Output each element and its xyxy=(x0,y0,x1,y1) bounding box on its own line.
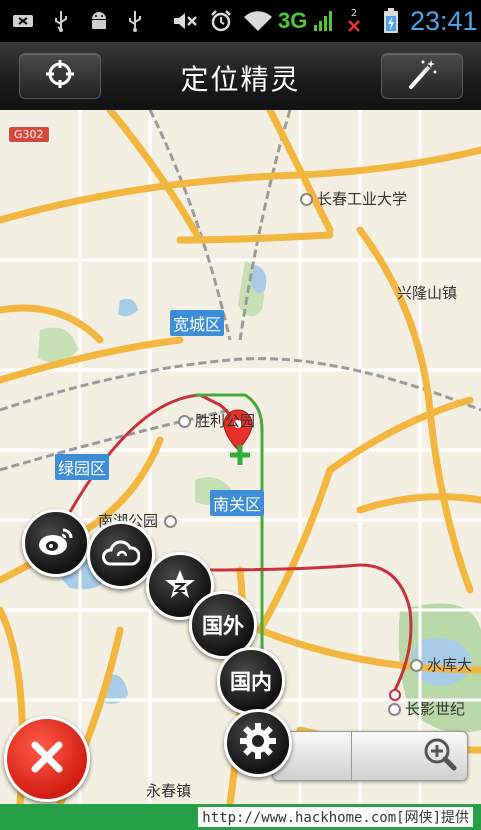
zoom-in-button[interactable] xyxy=(351,732,467,780)
poi-label: 胜利公园 xyxy=(195,412,256,430)
zoom-in-icon xyxy=(423,737,457,775)
zoom-control xyxy=(272,731,468,781)
domestic-button[interactable]: 国内 xyxy=(217,647,285,715)
signal-icon xyxy=(312,9,334,33)
district-lvyuan: 绿园区 xyxy=(55,454,110,480)
app-screen: 3G 2 23:41 定位精灵 G302 长春工业大学 兴隆山镇 宽城区 胜利公… xyxy=(0,0,481,830)
place-yongchun: 永春镇 xyxy=(146,782,192,800)
poi-changying[interactable]: 长影世纪 xyxy=(388,698,465,719)
poi-label: 长春工业大学 xyxy=(317,190,408,208)
settings-button[interactable] xyxy=(224,709,292,777)
magic-wand-icon xyxy=(405,57,439,95)
weather-button[interactable] xyxy=(87,521,155,589)
district-nanguan: 南关区 xyxy=(210,490,265,516)
no-sim-icon: 2 xyxy=(345,9,363,33)
mute-icon xyxy=(172,9,198,33)
network-type-label: 3G xyxy=(278,8,308,33)
district-kuancheng: 宽城区 xyxy=(170,310,225,336)
abroad-label: 国外 xyxy=(202,614,244,638)
usb-debug-icon xyxy=(10,9,36,33)
domestic-label: 国内 xyxy=(230,670,272,694)
place-xinglong: 兴隆山镇 xyxy=(397,284,458,302)
poi-changchun-univ[interactable]: 长春工业大学 xyxy=(300,188,407,209)
poi-shengli-park[interactable]: 胜利公园 xyxy=(178,410,255,431)
road-route-tag: G302 xyxy=(8,126,50,143)
wifi-icon xyxy=(242,9,274,33)
weibo-icon xyxy=(37,526,75,561)
star-icon xyxy=(163,568,197,605)
weibo-share-button[interactable] xyxy=(22,509,90,577)
magic-wand-button[interactable] xyxy=(381,53,463,99)
poi-shuiku[interactable]: 水库大 xyxy=(410,654,472,675)
app-header: 定位精灵 xyxy=(0,42,481,111)
usb-icon xyxy=(124,9,146,33)
status-time: 23:41 xyxy=(410,6,478,36)
usb-icon xyxy=(50,9,72,33)
watermark-bar: http://www.hackhome.com[网侠]提供 xyxy=(0,804,481,830)
gear-icon xyxy=(239,722,277,765)
sim-slot-number: 2 xyxy=(350,8,358,19)
poi-label: 水库大 xyxy=(427,656,473,674)
status-bar: 3G 2 23:41 xyxy=(0,0,481,42)
close-button[interactable] xyxy=(4,716,90,802)
close-icon xyxy=(27,737,67,781)
android-debug-icon xyxy=(87,9,111,33)
poi-label: 长影世纪 xyxy=(405,700,466,718)
alarm-icon xyxy=(208,9,234,33)
battery-charging-icon xyxy=(381,8,401,33)
cloud-icon xyxy=(102,538,141,573)
watermark-text: http://www.hackhome.com[网侠]提供 xyxy=(198,807,473,827)
